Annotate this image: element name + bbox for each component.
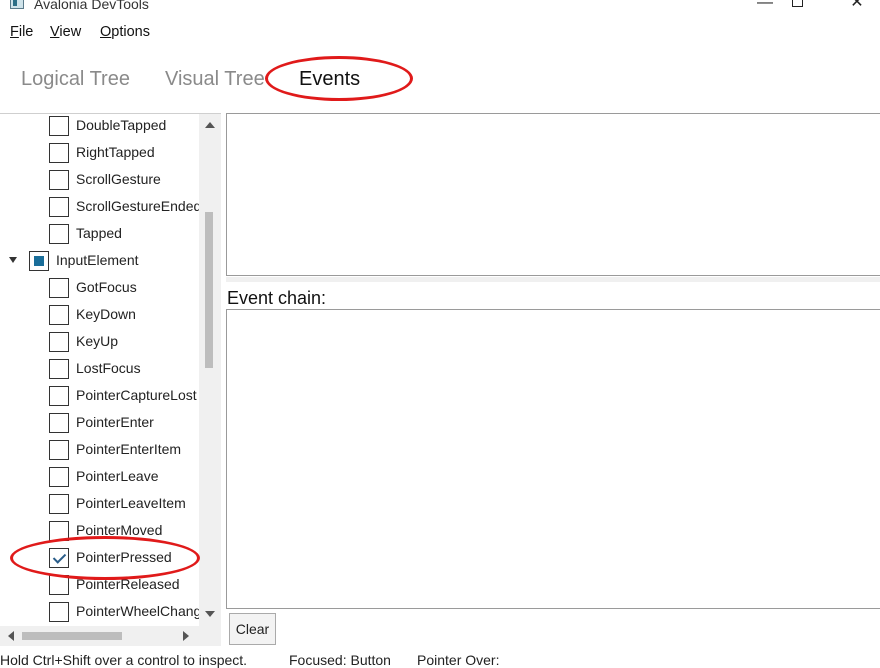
tree-item[interactable]: PointerEnterItem: [0, 438, 200, 465]
tree-item-label: KeyDown: [76, 306, 136, 322]
clear-button[interactable]: Clear: [229, 613, 276, 645]
event-checkbox[interactable]: [49, 278, 69, 298]
tree-item-label: GotFocus: [76, 279, 137, 295]
tree-item[interactable]: DoubleTapped: [0, 114, 200, 141]
status-bar: Hold Ctrl+Shift over a control to inspec…: [0, 650, 880, 668]
window-title: Avalonia DevTools: [34, 0, 149, 12]
tree-item[interactable]: GotFocus: [0, 276, 200, 303]
menu-file[interactable]: File: [10, 24, 33, 40]
tree-item[interactable]: ScrollGestureEnded: [0, 195, 202, 222]
tree-item[interactable]: PointerLeave: [0, 465, 200, 492]
scroll-left-icon[interactable]: [8, 631, 14, 641]
tree-item[interactable]: PointerEnter: [0, 411, 200, 438]
events-tab-highlight: [265, 56, 413, 101]
tree-item[interactable]: PointerLeaveItem: [0, 492, 200, 519]
pointer-pressed-highlight: [10, 536, 200, 580]
tree-item-label: RightTapped: [76, 144, 155, 160]
tree-item[interactable]: Tapped: [0, 222, 200, 249]
scroll-thumb[interactable]: [205, 212, 213, 368]
event-checkbox[interactable]: [49, 116, 69, 136]
tree-item-label: PointerCaptureLost: [76, 387, 197, 403]
tree-item[interactable]: RightTapped: [0, 141, 200, 168]
tree-item[interactable]: PointerWheelChanged: [0, 600, 217, 627]
event-checkbox[interactable]: [49, 224, 69, 244]
tree-item-label: ScrollGestureEnded: [76, 198, 202, 214]
tree-vertical-scrollbar[interactable]: [199, 114, 221, 634]
event-checkbox[interactable]: [49, 602, 69, 622]
tree-item-label: KeyUp: [76, 333, 119, 349]
expand-arrow-icon[interactable]: [9, 257, 17, 263]
event-checkbox[interactable]: [49, 359, 69, 379]
tab-logical-tree[interactable]: Logical Tree: [21, 68, 130, 91]
tree-item-label: ScrollGesture: [76, 171, 161, 187]
scroll-right-icon[interactable]: [183, 631, 189, 641]
tree-item[interactable]: KeyDown: [0, 303, 200, 330]
event-checkbox[interactable]: [49, 386, 69, 406]
tree-item-label: PointerLeaveItem: [76, 495, 186, 511]
tree-item-label: LostFocus: [76, 360, 141, 376]
tree-item-label: DoubleTapped: [76, 117, 167, 133]
tree-item[interactable]: InputElement: [0, 249, 200, 276]
tree-item[interactable]: PointerCaptureLost: [0, 384, 200, 411]
tree-item[interactable]: ScrollGesture: [0, 168, 200, 195]
event-checkbox[interactable]: [49, 440, 69, 460]
tree-item[interactable]: KeyUp: [0, 330, 200, 357]
title-bar: Avalonia DevTools — ✕: [0, 0, 880, 16]
tree-item-label: InputElement: [56, 252, 139, 268]
tree-item-label: PointerWheelChanged: [76, 603, 217, 619]
event-chain-list[interactable]: [226, 309, 880, 609]
tree-item[interactable]: LostFocus: [0, 357, 200, 384]
app-icon: [10, 0, 24, 9]
event-chain-label: Event chain:: [227, 288, 327, 308]
event-checkbox[interactable]: [49, 413, 69, 433]
event-checkbox[interactable]: [49, 305, 69, 325]
scroll-thumb-horizontal[interactable]: [22, 632, 122, 640]
maximize-icon[interactable]: [774, 0, 820, 14]
tree-horizontal-scrollbar[interactable]: [0, 626, 221, 646]
event-checkbox[interactable]: [49, 197, 69, 217]
scroll-down-icon[interactable]: [205, 611, 215, 617]
close-icon[interactable]: ✕: [834, 0, 880, 14]
tree-item-label: PointerEnter: [76, 414, 154, 430]
grid-splitter[interactable]: [226, 277, 880, 282]
tree-item-label: Tapped: [76, 225, 122, 241]
tab-visual-tree[interactable]: Visual Tree: [165, 68, 265, 91]
event-checkbox[interactable]: [49, 332, 69, 352]
event-checkbox[interactable]: [49, 494, 69, 514]
event-checkbox[interactable]: [49, 170, 69, 190]
recorded-events-list[interactable]: [226, 113, 880, 276]
event-checkbox[interactable]: [49, 143, 69, 163]
menu-view[interactable]: View: [50, 24, 81, 40]
event-checkbox[interactable]: [49, 467, 69, 487]
tree-item-label: PointerLeave: [76, 468, 159, 484]
event-checkbox[interactable]: [29, 251, 49, 271]
tab-strip: Logical Tree Visual Tree Events: [0, 62, 880, 102]
scroll-up-icon[interactable]: [205, 122, 215, 128]
tree-item-label: PointerEnterItem: [76, 441, 182, 457]
menu-options[interactable]: Options: [100, 24, 150, 40]
